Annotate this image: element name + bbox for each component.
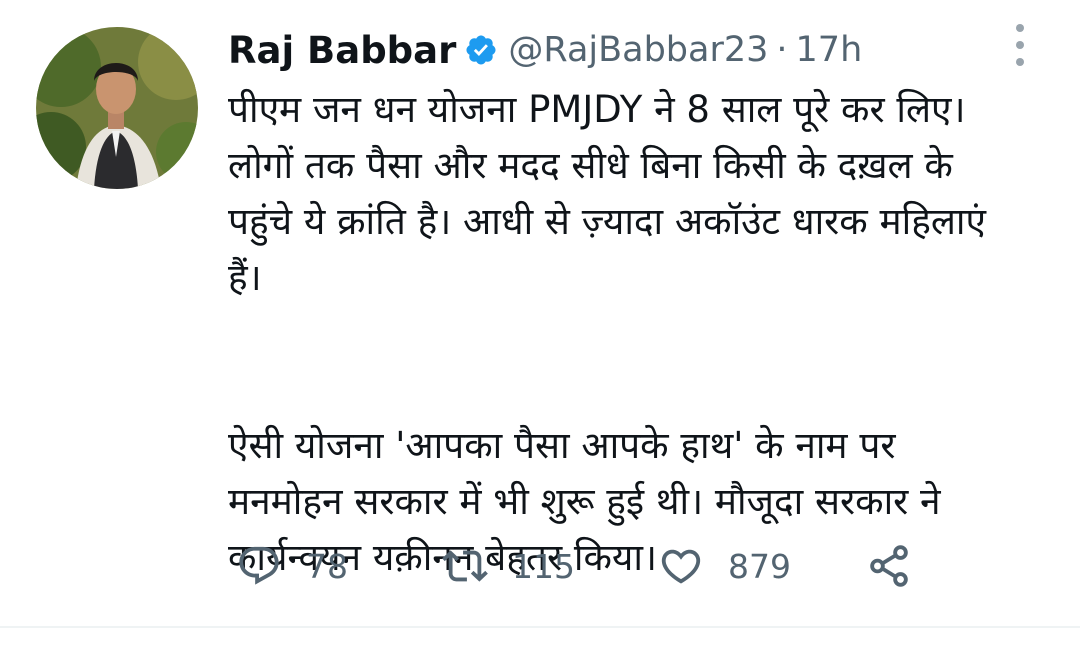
tweet-line: लोगों तक पैसा और मदद सीधे बिना किसी के द… <box>228 144 953 187</box>
heart-icon <box>661 549 701 584</box>
author-handle[interactable]: @RajBabbar23 <box>508 30 768 70</box>
like-button[interactable]: 879 <box>658 538 791 594</box>
tweet-time[interactable]: 17h <box>796 30 863 70</box>
tweet-line: हैं। <box>228 256 262 299</box>
reply-icon <box>239 546 279 585</box>
tweet-line: पहुंचे ये क्रांति है। आधी से ज़्यादा अकॉ… <box>228 200 986 243</box>
reply-button[interactable]: 78 <box>236 538 348 594</box>
tweet-header: Raj Babbar @RajBabbar23 · 17h <box>228 22 862 78</box>
author-name[interactable]: Raj Babbar <box>228 29 456 72</box>
like-count: 879 <box>728 546 791 586</box>
tweet[interactable]: Raj Babbar @RajBabbar23 · 17h पीएम जन धन… <box>0 0 1080 626</box>
retweet-icon <box>442 550 488 582</box>
header-separator: · <box>776 30 788 70</box>
profile-photo <box>36 27 198 189</box>
more-options-icon[interactable] <box>1005 24 1035 66</box>
reply-count: 78 <box>306 546 348 586</box>
retweet-button[interactable]: 115 <box>442 538 575 594</box>
retweet-count: 115 <box>512 546 575 586</box>
share-button[interactable] <box>866 538 912 594</box>
tweet-line: ऐसी योजना 'आपका पैसा आपके हाथ' के नाम पर <box>228 424 896 467</box>
share-icon <box>870 545 908 587</box>
tweet-line: पीएम जन धन योजना PMJDY ने 8 साल पूरे कर … <box>228 88 966 131</box>
tweet-actions: 78 115 879 <box>228 538 988 594</box>
tweet-line: मनमोहन सरकार में भी शुरू हुई थी। मौजूदा … <box>228 480 941 523</box>
tweet-text: पीएम जन धन योजना PMJDY ने 8 साल पूरे कर … <box>228 82 1048 586</box>
divider <box>0 626 1080 628</box>
avatar[interactable] <box>36 27 198 189</box>
verified-badge-icon <box>464 33 498 67</box>
